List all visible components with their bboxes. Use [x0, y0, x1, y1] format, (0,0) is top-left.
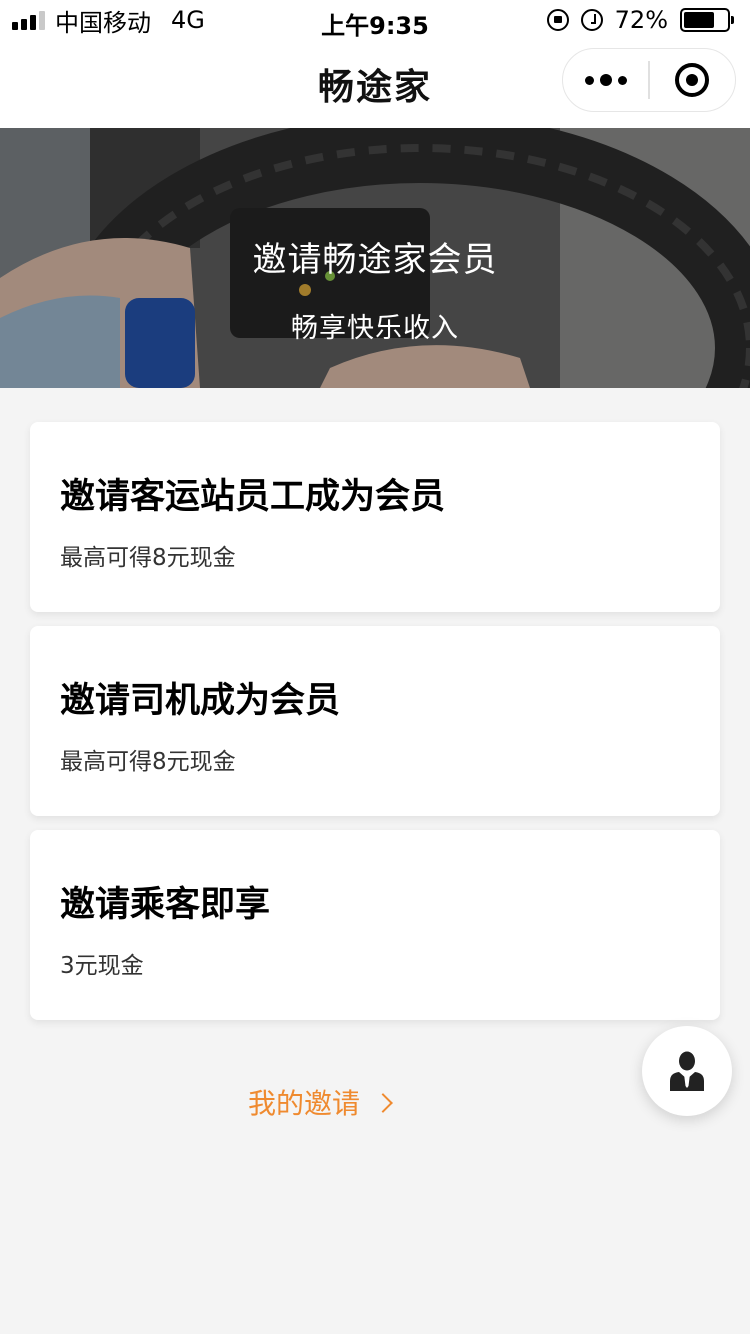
- my-invitations-label: 我的邀请: [248, 1087, 361, 1120]
- card-title: 邀请乘客即享: [60, 885, 271, 925]
- alarm-icon: [580, 9, 603, 31]
- banner-subtitle: 畅享快乐收入: [291, 313, 459, 344]
- status-right: 72%: [546, 6, 734, 34]
- invite-driver-card[interactable]: 邀请司机成为会员 最高可得8元现金: [30, 626, 720, 816]
- close-miniprogram-button[interactable]: [650, 49, 735, 111]
- status-bar: 中国移动 4G 上午9:35 72%: [0, 0, 750, 40]
- card-title: 邀请司机成为会员: [60, 681, 341, 721]
- miniprogram-capsule: [562, 48, 736, 112]
- battery-percent: 72%: [614, 6, 668, 34]
- target-circle-icon: [675, 63, 710, 97]
- card-title: 邀请客运站员工成为会员: [60, 477, 446, 517]
- hero-banner: 邀请畅途家会员 畅享快乐收入: [0, 128, 750, 388]
- invite-staff-card[interactable]: 邀请客运站员工成为会员 最高可得8元现金: [30, 422, 720, 612]
- my-invitations-link[interactable]: 我的邀请: [248, 1082, 393, 1122]
- navigation-bar: 畅途家: [0, 40, 750, 128]
- invite-passenger-card[interactable]: 邀请乘客即享 3元现金: [30, 830, 720, 1020]
- more-dots-icon[interactable]: [563, 49, 648, 111]
- battery-fill: [684, 12, 715, 28]
- card-subtitle: 最高可得8元现金: [60, 749, 236, 775]
- orientation-lock-icon: [546, 9, 569, 31]
- banner-title: 邀请畅途家会员: [252, 240, 498, 280]
- card-subtitle: 最高可得8元现金: [60, 545, 236, 571]
- card-subtitle: 3元现金: [60, 953, 144, 979]
- chevron-right-icon: [373, 1093, 393, 1113]
- customer-service-person-icon: [670, 1051, 704, 1091]
- customer-service-button[interactable]: [642, 1026, 732, 1116]
- battery-icon: [680, 8, 734, 32]
